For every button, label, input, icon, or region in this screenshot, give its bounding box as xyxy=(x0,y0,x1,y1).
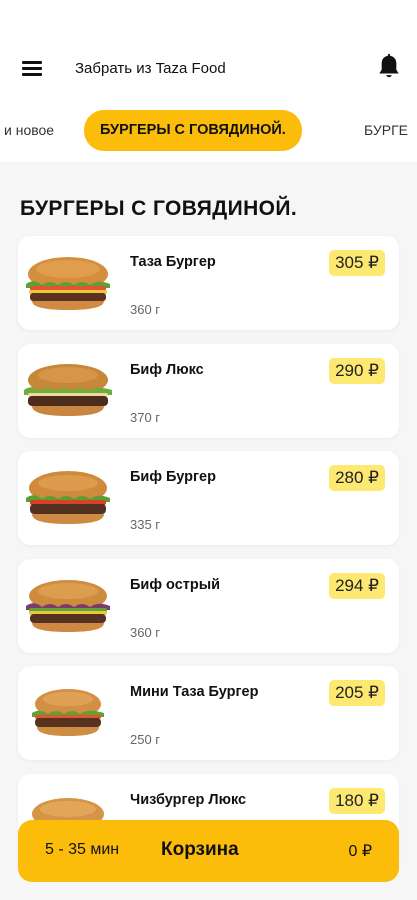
price-badge: 290 ₽ xyxy=(329,357,385,384)
price-badge: 205 ₽ xyxy=(329,680,385,706)
product-list: Таза Бургер 360 г 305 ₽ Биф Люкс 370 г 2… xyxy=(18,236,399,881)
product-name: Биф Люкс xyxy=(130,361,204,378)
product-weight: 250 г xyxy=(130,732,161,747)
section-title: БУРГЕРЫ С ГОВЯДИНОЙ. xyxy=(20,197,298,220)
product-weight: 335 г xyxy=(130,517,161,532)
product-name: Таза Бургер xyxy=(130,254,216,270)
price-badge: 294 ₽ xyxy=(329,572,385,599)
product-card[interactable]: Таза Бургер 360 г 305 ₽ xyxy=(18,236,399,330)
burger-image xyxy=(26,471,110,524)
product-card[interactable]: Мини Таза Бургер 250 г 205 ₽ xyxy=(18,666,399,760)
product-weight: 360 г xyxy=(130,624,161,640)
product-name: Чизбургер Люкс xyxy=(130,791,247,808)
burger-image xyxy=(32,689,104,736)
cart-label: Корзина xyxy=(161,839,239,860)
cart-button[interactable]: 5 - 35 мин Корзина 0 ₽ xyxy=(18,820,399,882)
category-tabs: и новое БУРГЕРЫ С ГОВЯДИНОЙ. БУРГЕ xyxy=(0,100,417,162)
burger-image xyxy=(26,257,110,310)
burger-image xyxy=(26,579,110,632)
product-card[interactable]: Биф острый 360 г 294 ₽ xyxy=(18,558,399,653)
burger-image xyxy=(24,363,112,416)
app-screen: Забрать из Taza Food и новое БУРГЕРЫ С Г… xyxy=(0,0,417,900)
tab-beef-burgers[interactable]: БУРГЕРЫ С ГОВЯДИНОЙ. xyxy=(84,110,302,151)
price-badge: 305 ₽ xyxy=(329,250,385,276)
cart-total: 0 ₽ xyxy=(348,843,372,860)
product-card[interactable]: Биф Люкс 370 г 290 ₽ xyxy=(18,343,399,438)
bell-icon[interactable] xyxy=(376,53,402,81)
pickup-location[interactable]: Забрать из Taza Food xyxy=(75,60,226,77)
price-badge: 280 ₽ xyxy=(329,465,385,491)
tab-new[interactable]: и новое xyxy=(4,110,54,151)
product-name: Мини Таза Бургер xyxy=(130,684,259,700)
product-card[interactable]: Биф Бургер 335 г 280 ₽ xyxy=(18,451,399,545)
product-name: Биф острый xyxy=(130,576,221,593)
product-name: Биф Бургер xyxy=(130,469,216,485)
menu-icon[interactable] xyxy=(20,58,46,78)
delivery-time: 5 - 35 мин xyxy=(45,841,120,858)
tab-burgers[interactable]: БУРГЕ xyxy=(364,110,408,151)
price-badge: 180 ₽ xyxy=(329,787,385,814)
top-bar: Забрать из Taza Food xyxy=(0,0,417,100)
product-weight: 360 г xyxy=(130,302,161,317)
product-weight: 370 г xyxy=(130,409,161,425)
